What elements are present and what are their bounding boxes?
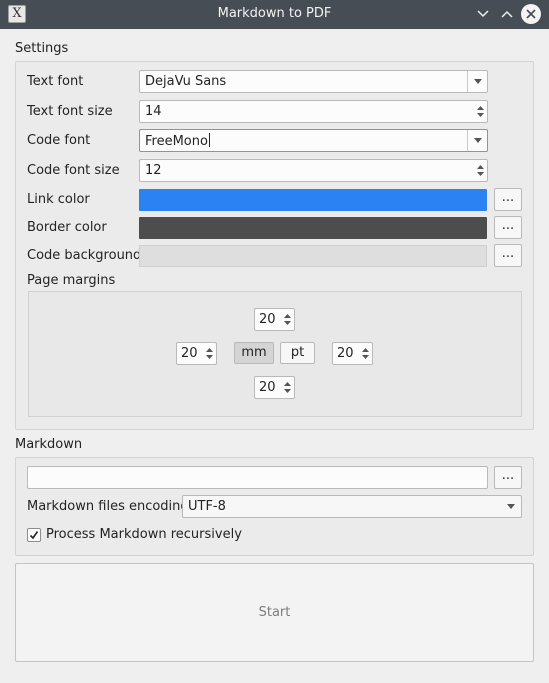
markdown-path-input[interactable] — [27, 466, 488, 489]
recursive-label[interactable]: Process Markdown recursively — [46, 527, 242, 542]
unit-mm-button[interactable]: mm — [234, 342, 274, 364]
settings-group-label: Settings — [15, 41, 69, 56]
chevron-down-icon — [467, 71, 487, 92]
link-color-swatch[interactable] — [139, 189, 487, 211]
margin-top-spinbox[interactable]: 20 — [254, 308, 295, 331]
text-font-combo[interactable]: DejaVu Sans — [139, 70, 488, 93]
code-background-swatch[interactable] — [139, 245, 487, 267]
spin-arrows-icon[interactable] — [280, 309, 294, 330]
margin-top-value: 20 — [259, 312, 276, 327]
margin-left-value: 20 — [181, 346, 198, 361]
chevron-down-icon — [467, 130, 487, 151]
spin-arrows-icon[interactable] — [358, 343, 372, 364]
text-font-size-label: Text font size — [27, 104, 113, 119]
encoding-value: UTF-8 — [188, 499, 226, 514]
code-font-value: FreeMono — [145, 134, 208, 149]
link-color-picker-button[interactable]: ... — [494, 188, 522, 211]
markdown-group-label: Markdown — [15, 437, 83, 452]
margin-right-spinbox[interactable]: 20 — [332, 342, 373, 365]
unit-pt-button[interactable]: pt — [280, 342, 315, 364]
border-color-label: Border color — [27, 220, 107, 235]
encoding-label: Markdown files encoding — [27, 499, 189, 514]
code-font-combo[interactable]: FreeMono — [139, 129, 488, 152]
spin-arrows-icon[interactable] — [202, 343, 216, 364]
markdown-browse-button[interactable]: ... — [494, 466, 522, 489]
code-background-picker-button[interactable]: ... — [494, 244, 522, 267]
close-icon[interactable] — [521, 4, 541, 24]
margin-bottom-value: 20 — [259, 380, 276, 395]
link-color-label: Link color — [27, 192, 90, 207]
spin-arrows-icon[interactable] — [473, 160, 487, 181]
text-caret — [208, 133, 210, 147]
maximize-icon[interactable] — [497, 4, 517, 24]
title-bar: X Markdown to PDF — [0, 0, 549, 29]
code-font-size-spinbox[interactable]: 12 — [139, 159, 488, 182]
code-font-label: Code font — [27, 133, 91, 148]
margin-right-value: 20 — [337, 346, 354, 361]
spin-arrows-icon[interactable] — [473, 101, 487, 122]
recursive-checkbox[interactable] — [27, 528, 41, 542]
chevron-down-icon — [501, 496, 521, 517]
start-button[interactable]: Start — [15, 563, 534, 662]
border-color-picker-button[interactable]: ... — [494, 216, 522, 239]
border-color-swatch[interactable] — [139, 217, 487, 239]
text-font-size-spinbox[interactable]: 14 — [139, 100, 488, 123]
minimize-icon[interactable] — [473, 4, 493, 24]
text-font-label: Text font — [27, 74, 84, 89]
text-font-size-value: 14 — [145, 104, 162, 119]
code-font-size-label: Code font size — [27, 163, 120, 178]
window-title: Markdown to PDF — [217, 6, 332, 21]
code-background-label: Code background — [27, 248, 142, 263]
checkmark-icon — [29, 531, 39, 540]
margin-bottom-spinbox[interactable]: 20 — [254, 376, 295, 399]
margin-left-spinbox[interactable]: 20 — [176, 342, 217, 365]
spin-arrows-icon[interactable] — [280, 377, 294, 398]
page-margins-label: Page margins — [27, 273, 116, 288]
code-font-size-value: 12 — [145, 163, 162, 178]
text-font-value: DejaVu Sans — [145, 74, 227, 89]
encoding-combo[interactable]: UTF-8 — [182, 495, 522, 518]
